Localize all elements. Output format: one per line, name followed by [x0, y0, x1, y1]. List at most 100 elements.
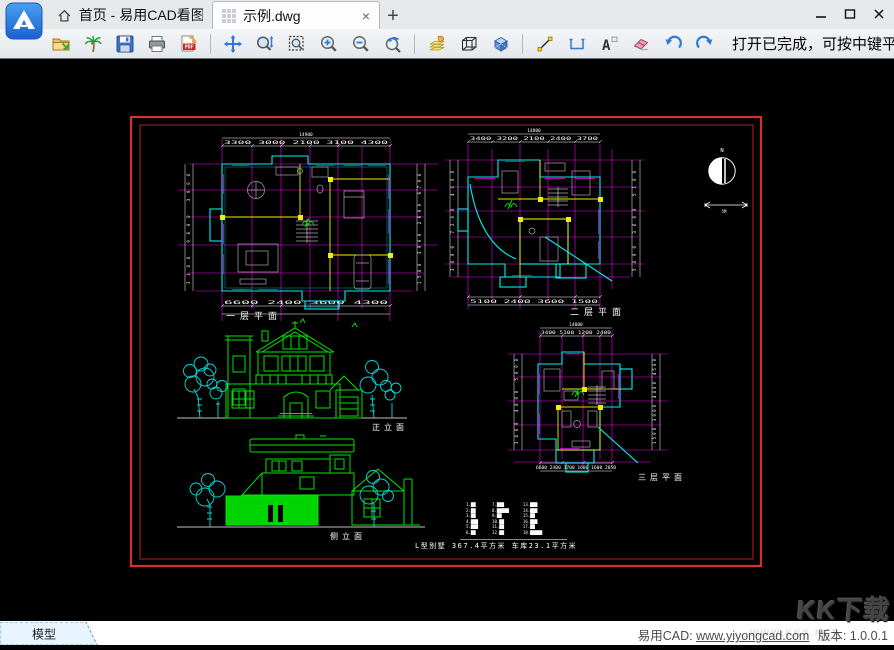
- model-tab[interactable]: 模型: [0, 621, 100, 646]
- svg-text:3400 7200 4000: 3400 7200 4000: [450, 170, 455, 271]
- drawing-canvas[interactable]: 14900 3300 3000 2100 3100 4300 6600 2400…: [0, 59, 894, 625]
- room-legend: 1.██ 2.██ 3.██ 4.███ 5.███ 6.██ 7.███ 8.…: [466, 502, 542, 536]
- pdf-export-icon: PDF: [181, 35, 197, 51]
- brand-url-link[interactable]: www.yiyongcad.com: [696, 629, 809, 643]
- svg-text:3400 5100 1200 2400: 3400 5100 1200 2400: [541, 330, 612, 335]
- zoom-in-icon: [320, 35, 337, 52]
- svg-text:14900: 14900: [299, 132, 313, 138]
- grid-icon: [222, 8, 236, 23]
- redo-button[interactable]: [694, 33, 715, 54]
- undo-button[interactable]: [662, 33, 683, 54]
- new-tab-button[interactable]: +: [380, 3, 406, 29]
- notes-block: L型别墅 367.4平方米 车库23.1平方米: [415, 539, 577, 550]
- plan1-label: 一层平面: [226, 311, 282, 322]
- tree: [183, 356, 228, 419]
- zoom-out-icon: [352, 35, 369, 52]
- close-button[interactable]: [868, 4, 890, 23]
- first-floor-plan: 14900 3300 3000 2100 3100 4300 6600 2400…: [178, 132, 438, 328]
- north-arrow: N 5M: [704, 148, 748, 214]
- svg-text:1500 3000 4400 4500: 1500 3000 4400 4500: [652, 358, 657, 444]
- zoom-previous-icon: [385, 36, 401, 53]
- open-file-button[interactable]: [50, 33, 71, 54]
- third-floor-plan: 14000 3400 5100 1200 2400 6600 2400 1700…: [508, 322, 686, 482]
- measure-area-button[interactable]: [566, 33, 587, 54]
- text-tool-icon: A: [602, 36, 617, 54]
- redo-icon: [695, 35, 712, 48]
- wireframe-cube-icon: [461, 36, 477, 51]
- eraser-icon: [633, 38, 648, 50]
- tree-example-button[interactable]: [82, 33, 103, 54]
- front-elevation: 正立面: [177, 321, 408, 432]
- solid-cube-icon: [493, 36, 508, 52]
- tree: [359, 360, 402, 419]
- toolbar-separator: [414, 33, 415, 54]
- tab-document-label: 示例.dwg: [243, 7, 301, 24]
- view-3d-button[interactable]: [490, 33, 511, 54]
- status-message: 打开已完成，可按中键平移和滚轮缩: [732, 36, 894, 53]
- plan3-label: 三层平面: [638, 473, 686, 482]
- palm-tree-icon: [84, 34, 102, 52]
- tab-close-icon[interactable]: ×: [362, 9, 370, 23]
- view-wireframe-button[interactable]: [458, 33, 479, 54]
- plan2-label: 二层平面: [570, 307, 626, 318]
- measure-area-icon: [569, 38, 584, 49]
- zoom-previous-button[interactable]: [382, 33, 403, 54]
- measure-line-button[interactable]: [534, 33, 555, 54]
- svg-text:14000: 14000: [569, 322, 583, 328]
- zoom-out-button[interactable]: [350, 33, 371, 54]
- svg-text:A: A: [602, 38, 611, 54]
- zoom-window-icon: [288, 35, 304, 51]
- eraser-button[interactable]: [630, 33, 651, 54]
- svg-text:N: N: [720, 148, 723, 154]
- print-icon: [148, 35, 165, 52]
- cad-drawing: 14900 3300 3000 2100 3100 4300 6600 2400…: [129, 115, 763, 568]
- toolbar-separator: [522, 33, 523, 54]
- maximize-button[interactable]: [839, 4, 861, 23]
- site-watermark: KK下载: [795, 595, 893, 625]
- annotate-text-button[interactable]: A: [598, 33, 619, 54]
- app-logo: [5, 2, 43, 40]
- layers-icon: [429, 35, 444, 50]
- svg-text:3300 3000 2100 3100 4300: 3300 3000 2100 3100 4300: [224, 140, 390, 145]
- zoom-realtime-button[interactable]: [254, 33, 275, 54]
- zoom-in-button[interactable]: [318, 33, 339, 54]
- tab-document[interactable]: 示例.dwg ×: [212, 1, 380, 29]
- svg-text:PDF: PDF: [184, 44, 193, 50]
- layers-button[interactable]: [426, 33, 447, 54]
- window-controls: [810, 4, 890, 23]
- legend-column: 13.███ 14.███ 15.██ 16.███ 17.██ 18.████…: [522, 502, 543, 535]
- front-elevation-label: 正立面: [372, 422, 408, 432]
- pan-button[interactable]: [222, 33, 243, 54]
- minimize-icon: [816, 15, 826, 18]
- legend-column: 7.███ 8.█████ 9.██ 10.██ 11.██ 12.██: [492, 502, 509, 535]
- toolbar: PDF A 打开已完成，可按中键: [0, 29, 894, 59]
- legend-column: 1.██ 2.██ 3.██ 4.███ 5.███ 6.██: [466, 502, 479, 535]
- minimize-button[interactable]: [810, 4, 832, 23]
- svg-text:6600 2400 1700 1600 1600 2050: 6600 2400 1700 1600 1600 2050: [536, 465, 617, 470]
- tree: [189, 473, 226, 527]
- print-button[interactable]: [146, 33, 167, 54]
- home-icon: [58, 9, 71, 22]
- tab-home-label: 首页 - 易用CAD看图: [78, 7, 203, 23]
- svg-text:14800: 14800: [527, 128, 541, 134]
- save-button[interactable]: [114, 33, 135, 54]
- tab-home[interactable]: 首页 - 易用CAD看图: [48, 1, 212, 29]
- app-logo-icon: [5, 2, 43, 40]
- zoom-window-button[interactable]: [286, 33, 307, 54]
- tab-bar: 首页 - 易用CAD看图 示例.dwg × +: [0, 0, 894, 40]
- drawing-caption: L型别墅 367.4平方米 车库23.1平方米: [415, 541, 577, 550]
- svg-text:模型: 模型: [32, 628, 56, 642]
- toolbar-separator: [210, 33, 211, 54]
- save-icon: [116, 35, 133, 52]
- footer-brand: 易用CAD: www.yiyongcad.com 版本: 1.0.0.1: [638, 625, 888, 644]
- close-icon: [874, 8, 884, 19]
- undo-icon: [665, 35, 682, 48]
- status-bar: 模型 WWW.KKX.NET 易用CAD: www.yiyongcad.com …: [0, 621, 894, 646]
- export-pdf-button[interactable]: PDF: [178, 33, 199, 54]
- side-elevation: 侧立面: [177, 434, 425, 541]
- zoom-realtime-icon: [256, 35, 273, 51]
- brand-label: 易用CAD:: [637, 629, 693, 643]
- pan-icon: [223, 34, 242, 53]
- second-floor-plan: 14800 3400 3200 2100 2400 3700 5100 2400…: [445, 128, 645, 318]
- tab-strip: 首页 - 易用CAD看图 示例.dwg × +: [0, 0, 894, 29]
